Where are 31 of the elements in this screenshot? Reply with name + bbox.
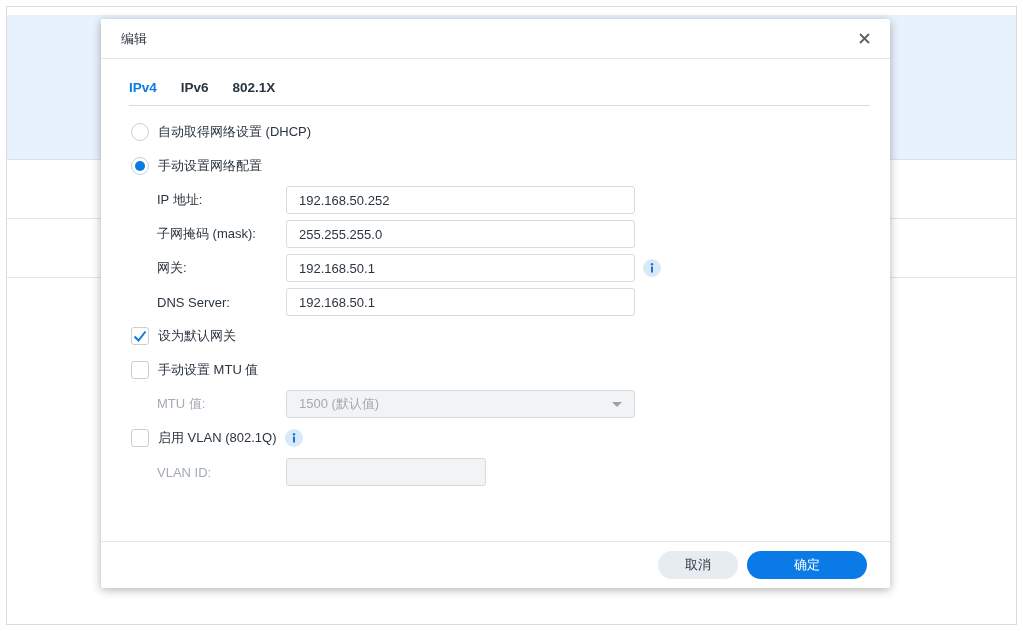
confirm-button[interactable]: 确定 <box>747 551 867 579</box>
checkbox-label: 设为默认网关 <box>158 327 236 345</box>
dialog-title: 编辑 <box>121 29 147 48</box>
field-label: VLAN ID: <box>156 464 213 480</box>
field-label: DNS Server: <box>156 294 231 310</box>
field-label: IP 地址: <box>156 191 204 209</box>
field-label: 子网掩码 (mask): <box>156 225 257 243</box>
radio-label: 自动取得网络设置 (DHCP) <box>158 123 312 141</box>
caret-icon <box>612 401 622 407</box>
cancel-button[interactable]: 取消 <box>658 551 738 579</box>
checkbox[interactable] <box>131 361 149 379</box>
radio-label: 手动设置网络配置 <box>158 157 262 175</box>
tab[interactable]: IPv6 <box>180 80 221 105</box>
input-field[interactable]: 192.168.50.1 <box>286 254 635 282</box>
tab[interactable]: 802.1X <box>232 80 288 105</box>
tab[interactable]: IPv4 <box>129 80 169 105</box>
input-field[interactable] <box>286 458 486 486</box>
field-label: 网关: <box>156 259 188 277</box>
checkbox-label: 手动设置 MTU 值 <box>158 361 259 379</box>
checkbox-label: 启用 VLAN (802.1Q) <box>158 429 277 447</box>
radio-button[interactable] <box>131 123 149 141</box>
radio-button[interactable] <box>131 157 149 175</box>
field-label: MTU 值: <box>156 395 207 413</box>
input-field[interactable]: 255.255.255.0 <box>286 220 635 248</box>
input-field[interactable]: 192.168.50.1 <box>286 288 635 316</box>
info-icon[interactable] <box>284 429 303 447</box>
checkbox[interactable] <box>131 429 149 447</box>
close-icon[interactable] <box>859 33 870 44</box>
checkbox[interactable] <box>131 327 149 345</box>
info-icon[interactable] <box>643 259 661 277</box>
input-field[interactable]: 192.168.50.252 <box>286 186 635 214</box>
